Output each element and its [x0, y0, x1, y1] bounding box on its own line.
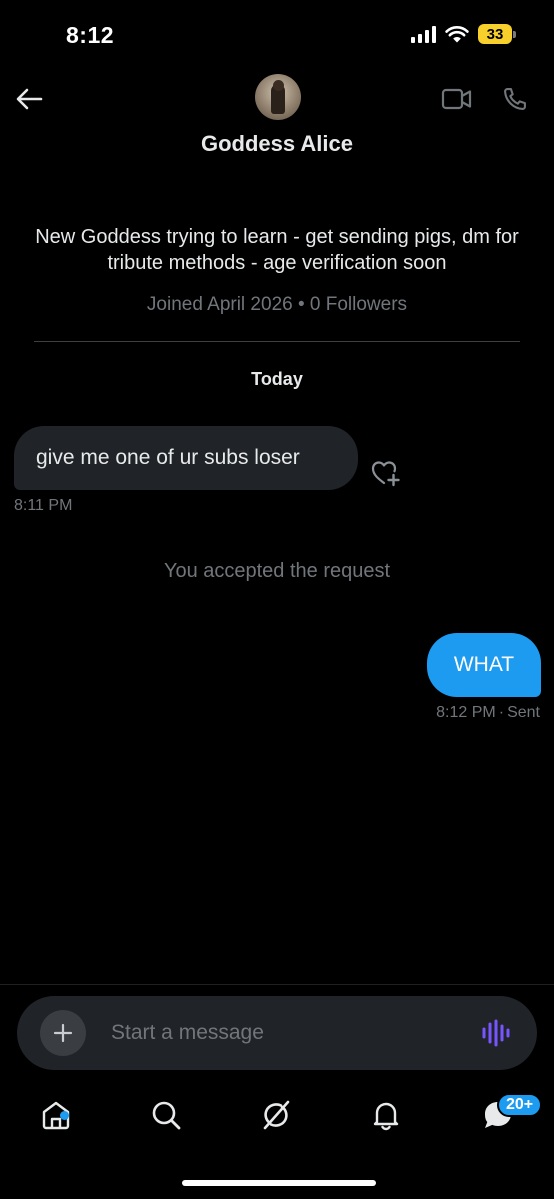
voice-message-button[interactable] [479, 1016, 513, 1050]
home-notification-dot [60, 1110, 69, 1120]
tab-grok[interactable] [256, 1095, 296, 1135]
system-message: You accepted the request [163, 560, 391, 582]
cellular-signal-icon [411, 25, 436, 43]
outgoing-message-meta: 8:12 PM · Sent [436, 704, 540, 721]
search-icon [152, 1101, 181, 1130]
battery-level: 33 [478, 24, 512, 44]
heart-plus-icon [371, 461, 400, 487]
tab-notifications[interactable] [366, 1095, 406, 1135]
tab-search[interactable] [146, 1095, 186, 1135]
status-bar: 8:12 33 [0, 0, 554, 72]
status-icons: 33 [411, 24, 516, 44]
profile-meta: Joined April 2026 • 0 Followers [146, 294, 408, 315]
back-button[interactable] [12, 82, 46, 116]
profile-bio: New Goddess trying to learn - get sendin… [35, 226, 519, 274]
outgoing-message-bubble[interactable]: WHAT [427, 633, 541, 697]
tab-home[interactable] [36, 1095, 76, 1135]
plus-icon [53, 1023, 73, 1043]
back-arrow-icon [16, 88, 43, 110]
voice-waveform-icon [482, 1019, 510, 1047]
conversation-name[interactable]: Goddess Alice [0, 131, 554, 157]
attach-button[interactable] [40, 1010, 86, 1056]
message-composer [17, 996, 537, 1070]
status-time: 8:12 [66, 22, 115, 48]
composer-divider [0, 984, 554, 985]
outgoing-message-status: Sent [507, 704, 540, 721]
phone-call-button[interactable] [498, 82, 532, 116]
avatar[interactable] [255, 74, 301, 120]
battery-icon: 33 [478, 24, 516, 44]
outgoing-message-time: 8:12 PM [436, 704, 496, 721]
divider [34, 341, 520, 342]
incoming-message-bubble[interactable]: give me one of ur subs loser [14, 426, 358, 490]
notifications-icon [373, 1102, 399, 1131]
date-separator: Today [251, 369, 303, 389]
home-indicator[interactable] [182, 1180, 376, 1186]
add-reaction-button[interactable] [369, 456, 403, 490]
video-call-button[interactable] [440, 82, 474, 116]
incoming-message-time: 8:11 PM [14, 497, 73, 514]
wifi-icon [445, 26, 469, 43]
message-input[interactable] [111, 1018, 451, 1048]
video-call-icon [441, 88, 472, 110]
phone-icon [504, 88, 526, 110]
grok-icon [263, 1100, 290, 1130]
messages-badge: 20+ [497, 1093, 543, 1117]
